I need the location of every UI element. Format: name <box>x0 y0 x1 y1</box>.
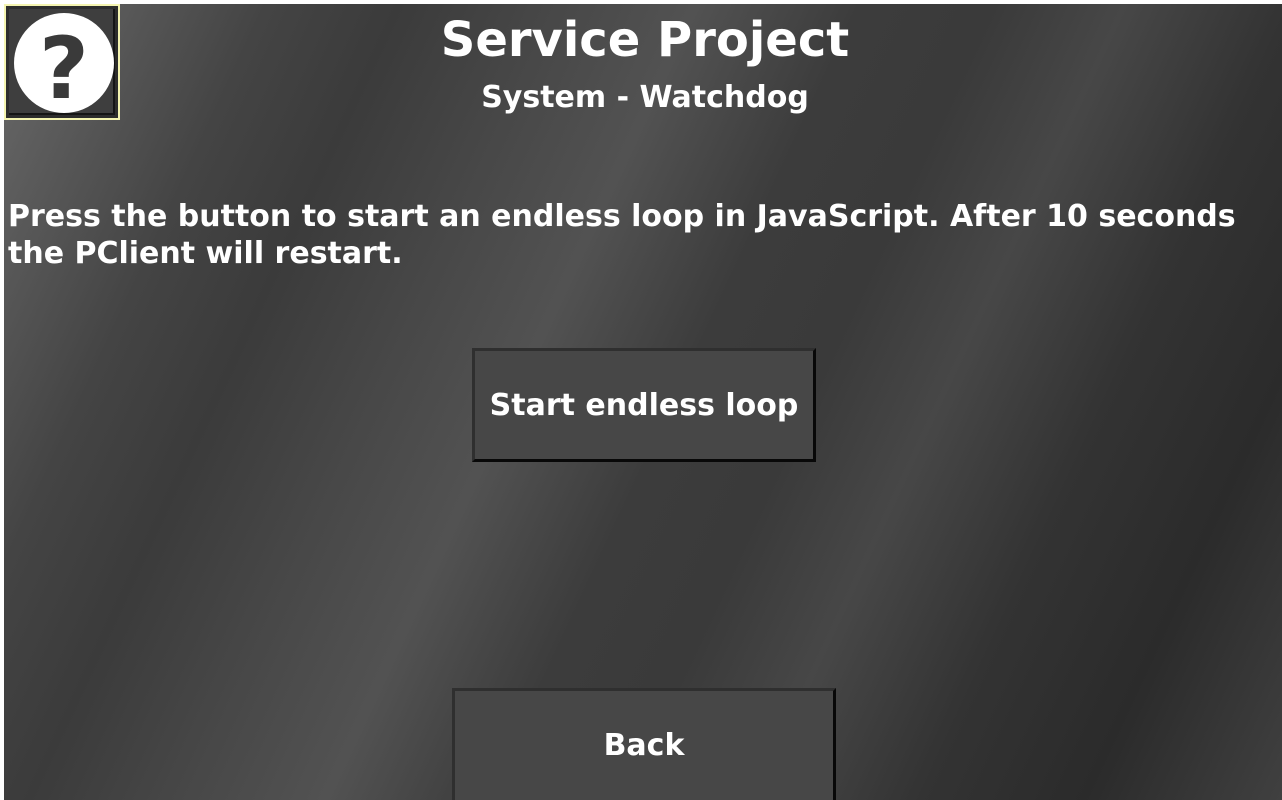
instruction-text: Press the button to start an endless loo… <box>8 199 1236 271</box>
page-title: Service Project <box>440 12 850 68</box>
start-endless-loop-label: Start endless loop <box>489 387 799 423</box>
back-label: Back <box>603 728 685 763</box>
screen: ? Service Project System - Watchdog Pres… <box>4 4 1282 800</box>
page-subtitle: System - Watchdog <box>481 80 809 115</box>
start-endless-loop-button[interactable]: Start endless loop <box>472 348 816 462</box>
back-button[interactable]: Back <box>452 688 836 800</box>
